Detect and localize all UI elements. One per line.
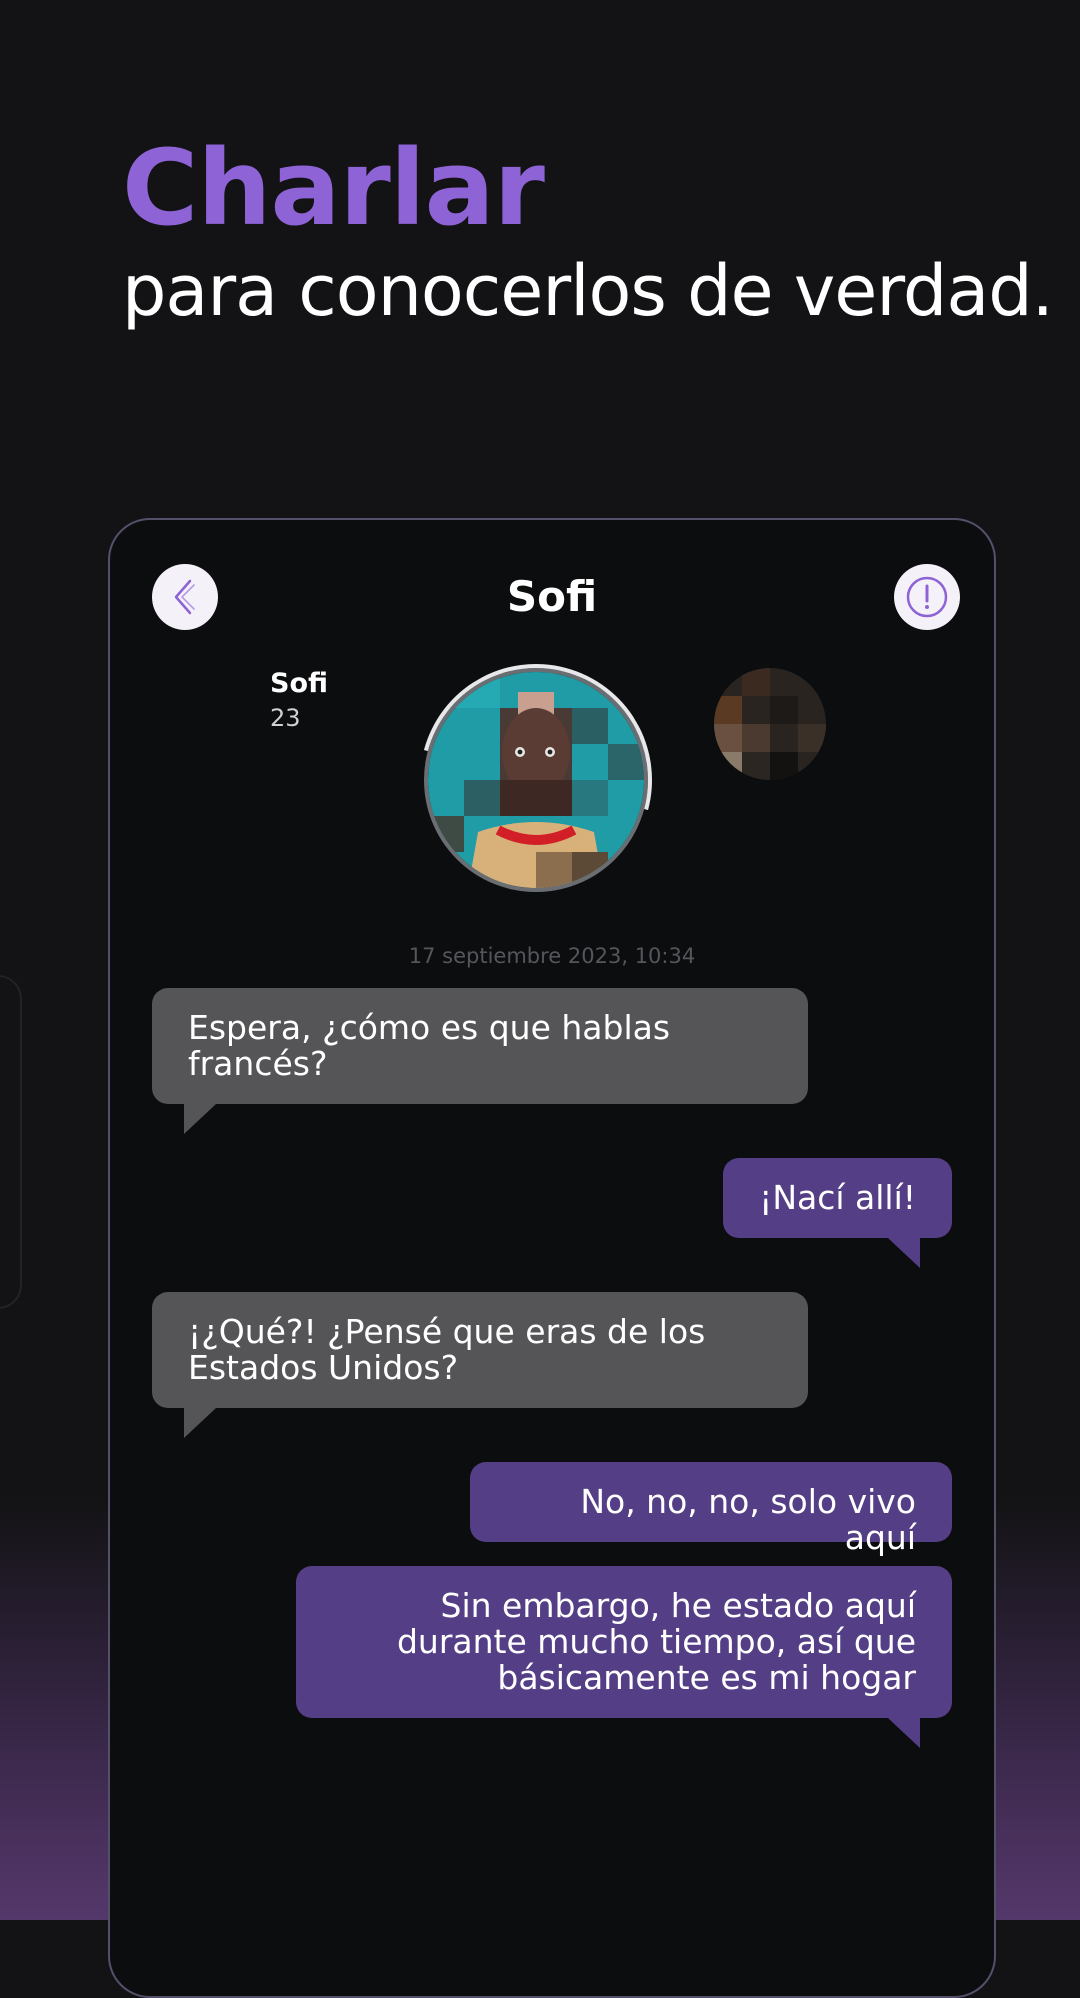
avatar-secondary[interactable] (714, 668, 826, 780)
avatar-progress-ring (377, 621, 695, 939)
avatar-photo-blurred (714, 668, 826, 780)
bubble-tail (184, 1408, 216, 1438)
bubble-tail (888, 1718, 920, 1748)
bubble-tail (888, 1238, 920, 1268)
message-outgoing[interactable]: Sin embargo, he estado aquí durante much… (296, 1566, 952, 1748)
message-text: ¡¿Qué?! ¿Pensé que eras de los Estados U… (188, 1312, 706, 1387)
message-text: No, no, no, solo vivo aquí (580, 1482, 916, 1557)
headline: Charlar para conocerlos de verdad. (122, 127, 1054, 336)
message-text: Espera, ¿cómo es que hablas francés? (188, 1008, 671, 1083)
message-outgoing[interactable]: No, no, no, solo vivo aquí (470, 1462, 952, 1556)
chat-timestamp: 17 septiembre 2023, 10:34 (408, 944, 696, 968)
headline-title: Charlar (122, 127, 545, 249)
profile-name: Sofi (270, 668, 329, 699)
headline-subtitle: para conocerlos de verdad. (122, 250, 1054, 332)
phone-frame: Sofi Sofi 23 17 septiembre 2023, 10:34 E… (108, 518, 996, 1998)
profile-age: 23 (270, 704, 301, 732)
background-device-outline (0, 975, 22, 1309)
report-button[interactable] (894, 564, 960, 630)
exclamation-circle-icon (906, 576, 948, 618)
message-incoming[interactable]: ¡¿Qué?! ¿Pensé que eras de los Estados U… (152, 1292, 808, 1438)
bubble-tail (184, 1104, 216, 1134)
message-outgoing[interactable]: ¡Nací allí! (723, 1158, 952, 1268)
chat-header-title: Sofi (506, 572, 598, 621)
message-incoming[interactable]: Espera, ¿cómo es que hablas francés? (152, 988, 808, 1134)
message-text: Sin embargo, he estado aquí durante much… (396, 1586, 916, 1697)
message-text: ¡Nací allí! (759, 1178, 916, 1217)
